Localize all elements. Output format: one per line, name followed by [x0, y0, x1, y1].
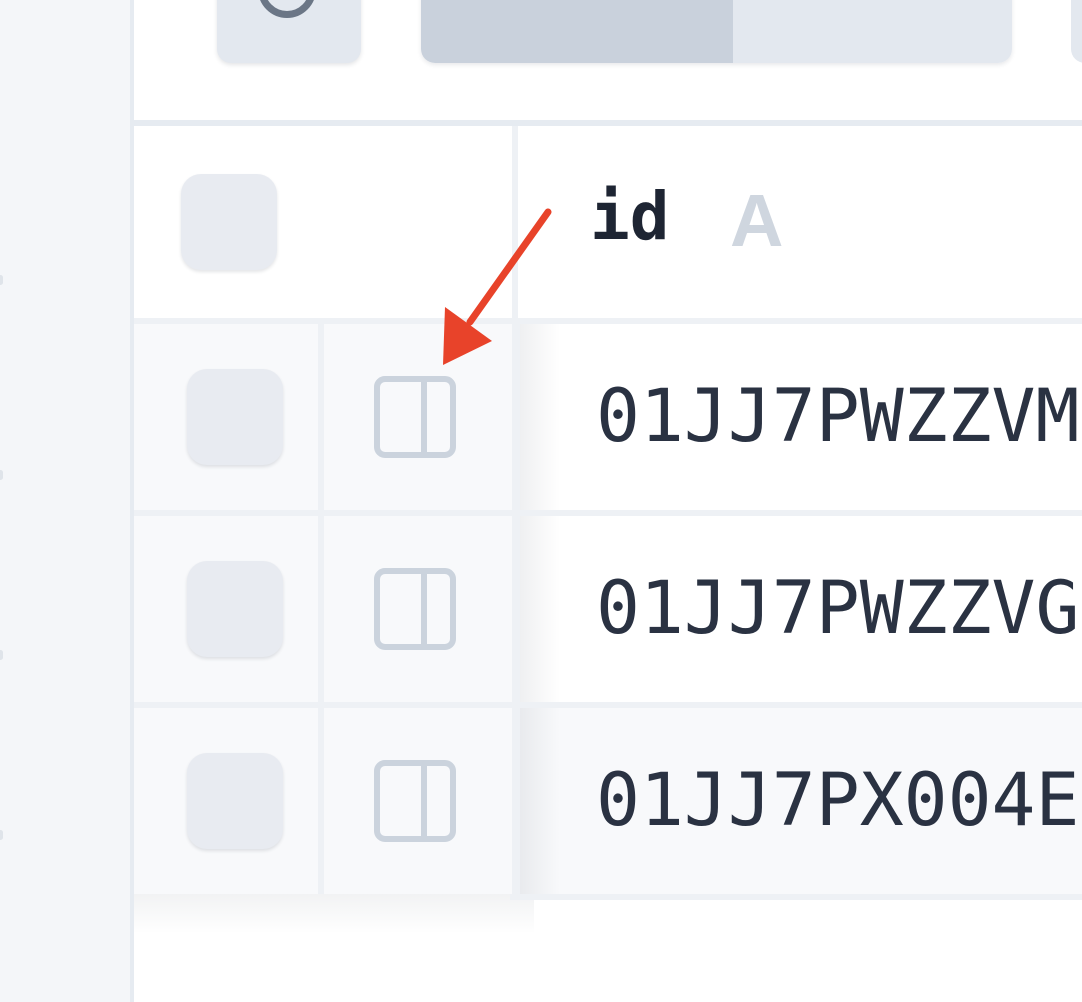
- sticky-column-edge: [512, 516, 520, 702]
- filter-label: Filters: [469, 0, 643, 8]
- select-all-checkbox[interactable]: [181, 174, 277, 270]
- sidebar-indicator: [0, 275, 3, 285]
- cell-divider: [318, 708, 324, 894]
- filter-label-segment[interactable]: Filters: [421, 0, 733, 63]
- split-panel-icon[interactable]: [374, 760, 456, 842]
- sidebar-indicator: [0, 470, 3, 480]
- table-header-row: id A: [134, 126, 1082, 318]
- cell-id[interactable]: 01JJ7PX004E: [596, 764, 1079, 837]
- row-controls: [134, 708, 512, 894]
- cell-divider: [318, 516, 324, 702]
- table-bottom-border: [510, 894, 1082, 900]
- filter-value-segment[interactable]: None: [733, 0, 1012, 63]
- sidebar-indicator: [0, 830, 3, 840]
- sticky-column-edge: [512, 324, 520, 510]
- page: Filters None id A: [0, 0, 1082, 1002]
- cell-id[interactable]: 01JJ7PWZZVG: [596, 572, 1079, 645]
- left-sidebar: [0, 0, 130, 1002]
- table-row[interactable]: 01JJ7PWZZVG: [134, 516, 1082, 702]
- sticky-shadow: [520, 516, 560, 702]
- filter-value: None: [783, 0, 922, 8]
- column-header-id[interactable]: id: [590, 184, 669, 250]
- cell-divider: [318, 324, 324, 510]
- filter-control[interactable]: Filters None: [421, 0, 1012, 63]
- split-panel-icon[interactable]: [374, 568, 456, 650]
- cell-id[interactable]: 01JJ7PWZZVM: [596, 380, 1079, 453]
- row-controls: [134, 516, 512, 702]
- column-divider: [512, 126, 518, 318]
- row-checkbox[interactable]: [187, 561, 283, 657]
- sticky-shadow: [520, 324, 560, 510]
- row-checkbox[interactable]: [187, 369, 283, 465]
- sidebar-indicator: [0, 650, 3, 660]
- table-row[interactable]: 01JJ7PX004E: [134, 708, 1082, 894]
- data-table: id A 01JJ7PWZZVM 01JJ7PWZZVG 01JJ7PX004E: [134, 126, 1082, 894]
- row-controls: [134, 324, 512, 510]
- table-bottom-shadow: [134, 894, 534, 934]
- split-panel-icon[interactable]: [374, 376, 456, 458]
- toolbar-button[interactable]: [1071, 0, 1082, 63]
- table-row[interactable]: 01JJ7PWZZVM: [134, 324, 1082, 510]
- row-checkbox[interactable]: [187, 753, 283, 849]
- column-type-badge: A: [730, 179, 784, 262]
- select-all-cell: [134, 126, 512, 318]
- sticky-shadow: [520, 708, 560, 894]
- sticky-column-edge: [512, 708, 520, 894]
